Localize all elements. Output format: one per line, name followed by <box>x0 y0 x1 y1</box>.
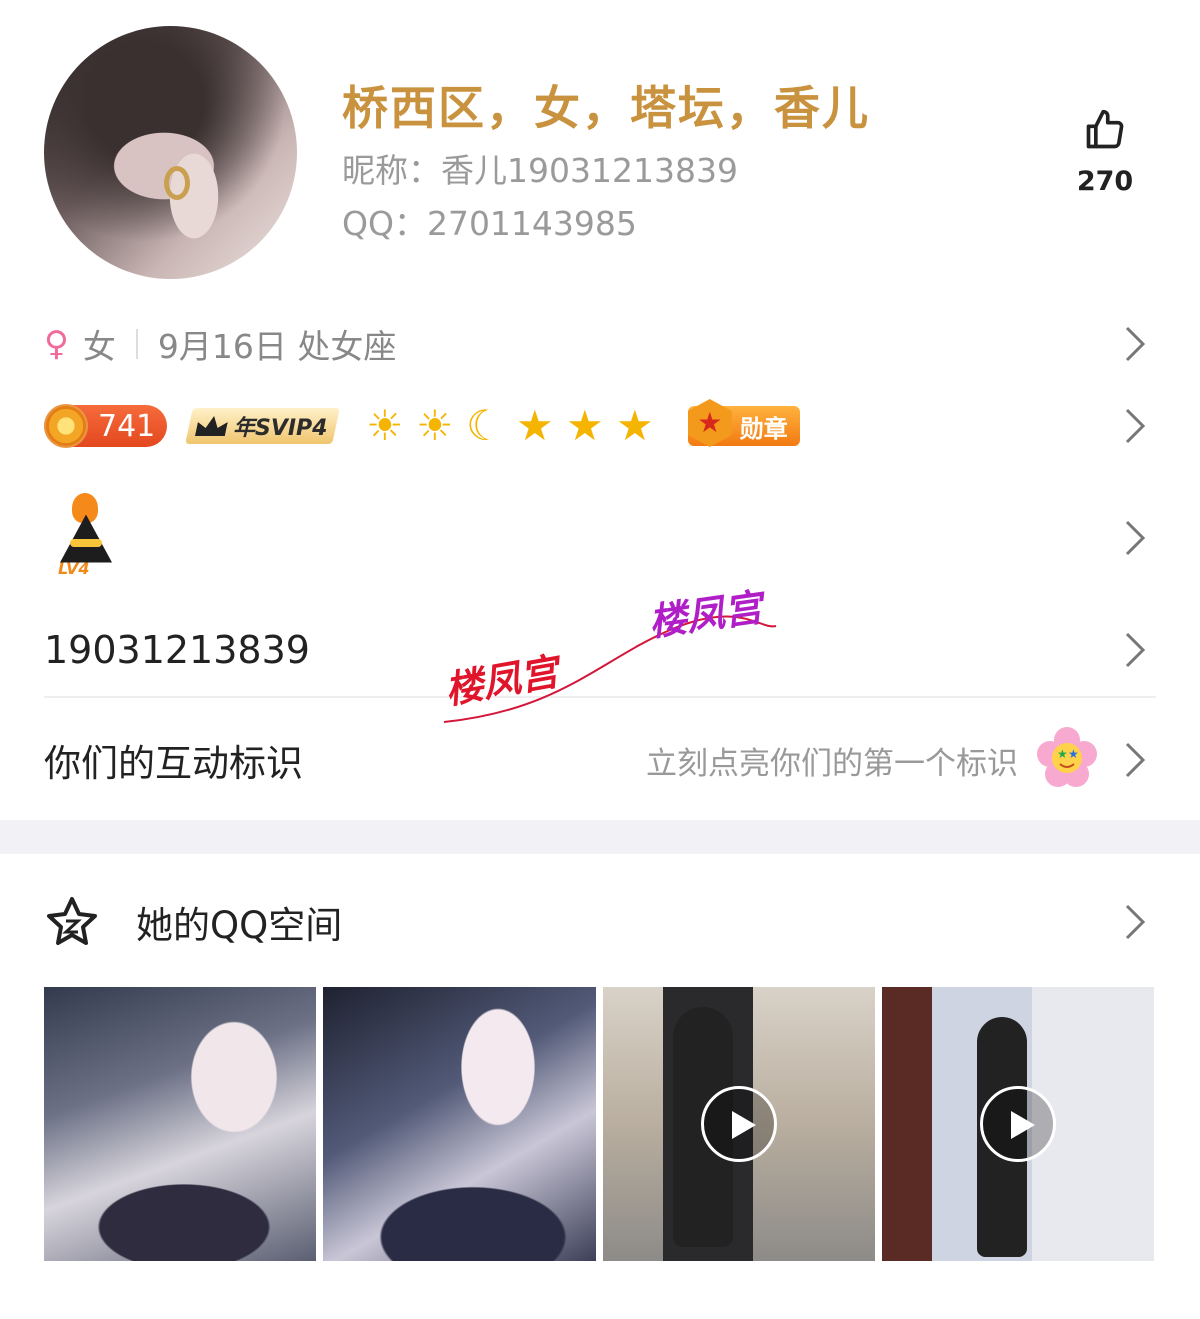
nickname: 昵称：香儿19031213839 <box>342 151 738 190</box>
avatar[interactable] <box>44 26 297 279</box>
flower-mascot-icon: ★ ★ <box>1037 727 1097 787</box>
female-icon: ♀ <box>44 324 69 364</box>
earring-detail <box>164 166 190 200</box>
qzone-gallery <box>44 987 1154 1261</box>
star-icon: ★ <box>615 401 654 450</box>
qzone-row[interactable]: 她的QQ空间 <box>44 892 1156 952</box>
qq-level-icons: ☀ ☀ ☾ ★ ★ ★ <box>362 403 658 449</box>
chevron-right-icon <box>1125 408 1146 444</box>
moon-icon: ☾ <box>465 401 504 450</box>
medal-badge: ★ 勋章 <box>687 399 800 447</box>
chevron-right-icon <box>1125 632 1146 668</box>
star-icon: ★ <box>565 401 604 450</box>
sun-icon: ☀ <box>415 401 454 450</box>
qzone-star-icon <box>47 897 97 945</box>
birthday-text: 9月16日 处女座 <box>157 327 397 366</box>
profile-title: 桥西区，女，塔坛，香儿 <box>342 81 870 135</box>
thumbs-up-icon <box>1086 109 1124 149</box>
like-count: 270 <box>1076 166 1134 197</box>
photo-thumbnail[interactable] <box>323 987 596 1261</box>
sun-icon: ☀ <box>365 401 404 450</box>
medal-star-icon: ★ <box>687 399 732 447</box>
video-thumbnail[interactable] <box>602 987 875 1261</box>
badge-band <box>70 538 102 547</box>
chevron-right-icon <box>1125 904 1146 940</box>
gender-birthday-row[interactable]: ♀ 女 9月16日 处女座 <box>44 318 1156 370</box>
chevron-right-icon <box>1125 326 1146 362</box>
lv-label: LV4 <box>58 558 90 578</box>
svg-text:★: ★ <box>1068 747 1079 761</box>
play-icon[interactable] <box>700 1086 777 1162</box>
gender-text: 女 <box>82 327 116 366</box>
coin-value: 741 <box>98 408 156 444</box>
like-button[interactable]: 270 <box>1068 108 1142 197</box>
game-level-row[interactable]: LV4 <box>44 490 1156 585</box>
interaction-hint: 立刻点亮你们的第一个标识 <box>646 745 1018 782</box>
badges-row[interactable]: 741 年SVIP4 ☀ ☀ ☾ ★ ★ ★ ★ 勋章 <box>44 396 1156 456</box>
divider <box>135 329 138 359</box>
coin-icon <box>44 404 88 448</box>
medal-label: 勋章 <box>739 414 788 443</box>
crown-icon <box>195 416 229 436</box>
svip-label: 年SVIP4 <box>233 416 328 441</box>
interaction-label: 你们的互动标识 <box>44 742 303 785</box>
star-icon: ★ <box>515 401 554 450</box>
qzone-label: 她的QQ空间 <box>136 904 343 947</box>
chevron-right-icon <box>1125 520 1146 555</box>
photo-thumbnail[interactable] <box>44 987 317 1261</box>
video-thumbnail[interactable] <box>881 987 1154 1261</box>
svip-badge: 年SVIP4 <box>185 408 340 444</box>
phone-number: 19031213839 <box>44 628 310 672</box>
lv4-badge-icon: LV4 <box>44 492 124 583</box>
coin-badge: 741 <box>44 404 168 448</box>
section-separator <box>0 820 1200 854</box>
svg-text:★: ★ <box>1057 747 1068 761</box>
interaction-mark-row[interactable]: 你们的互动标识 立刻点亮你们的第一个标识 ★ ★ <box>44 727 1156 790</box>
qq-number: QQ：2701143985 <box>342 204 637 243</box>
chevron-right-icon <box>1125 742 1146 778</box>
profile-page: 桥西区，女，塔坛，香儿 昵称：香儿19031213839 QQ：27011439… <box>0 0 1200 1319</box>
play-icon[interactable] <box>979 1086 1056 1162</box>
